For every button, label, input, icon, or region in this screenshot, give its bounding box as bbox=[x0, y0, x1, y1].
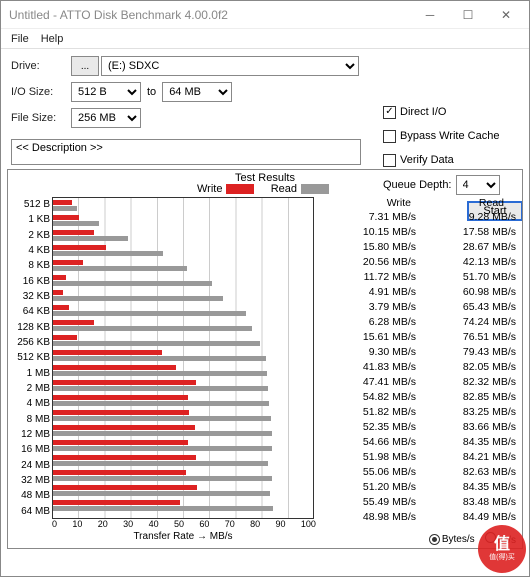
result-row: 54.82 MB/s82.85 MB/s bbox=[318, 389, 518, 404]
menu-help[interactable]: Help bbox=[41, 33, 64, 45]
close-button[interactable]: ✕ bbox=[487, 2, 525, 28]
result-row: 3.79 MB/s65.43 MB/s bbox=[318, 299, 518, 314]
result-row: 11.72 MB/s51.70 MB/s bbox=[318, 269, 518, 284]
direct-io-label: Direct I/O bbox=[400, 106, 446, 118]
drive-select[interactable]: (E:) SDXC bbox=[101, 56, 359, 76]
result-row: 51.82 MB/s83.25 MB/s bbox=[318, 404, 518, 419]
window-title: Untitled - ATTO Disk Benchmark 4.00.0f2 bbox=[9, 8, 411, 22]
direct-io-checkbox[interactable]: ✓ bbox=[383, 106, 396, 119]
filesize-select[interactable]: 256 MB bbox=[71, 108, 141, 128]
bypass-label: Bypass Write Cache bbox=[400, 130, 499, 142]
x-axis: 0102030405060708090100 bbox=[52, 519, 316, 531]
browse-drive-button[interactable]: ... bbox=[71, 56, 99, 76]
verify-label: Verify Data bbox=[400, 154, 454, 166]
result-row: 15.61 MB/s76.51 MB/s bbox=[318, 329, 518, 344]
filesize-label: File Size: bbox=[11, 112, 71, 124]
verify-checkbox[interactable] bbox=[383, 154, 396, 167]
result-row: 51.20 MB/s84.35 MB/s bbox=[318, 479, 518, 494]
chart-bars bbox=[52, 197, 314, 519]
result-row: 54.66 MB/s84.35 MB/s bbox=[318, 434, 518, 449]
result-row: 47.41 MB/s82.32 MB/s bbox=[318, 374, 518, 389]
x-axis-label: Transfer Rate → MB/s bbox=[52, 531, 314, 542]
to-label: to bbox=[147, 86, 156, 98]
result-row: 55.49 MB/s83.48 MB/s bbox=[318, 494, 518, 509]
result-row: 52.35 MB/s83.66 MB/s bbox=[318, 419, 518, 434]
result-row: 48.98 MB/s84.49 MB/s bbox=[318, 509, 518, 524]
result-row: 20.56 MB/s42.13 MB/s bbox=[318, 254, 518, 269]
legend-read-swatch bbox=[301, 184, 329, 194]
result-row: 7.31 MB/s9.28 MB/s bbox=[318, 209, 518, 224]
iosize-to-select[interactable]: 64 MB bbox=[162, 82, 232, 102]
iosize-label: I/O Size: bbox=[11, 86, 71, 98]
maximize-button[interactable]: ☐ bbox=[449, 2, 487, 28]
result-row: 6.28 MB/s74.24 MB/s bbox=[318, 314, 518, 329]
bypass-checkbox[interactable] bbox=[383, 130, 396, 143]
minimize-button[interactable]: ─ bbox=[411, 2, 449, 28]
result-row: 4.91 MB/s60.98 MB/s bbox=[318, 284, 518, 299]
legend: Write Read bbox=[12, 183, 518, 195]
iosize-from-select[interactable]: 512 B bbox=[71, 82, 141, 102]
legend-write-swatch bbox=[226, 184, 254, 194]
result-row: 9.30 MB/s79.43 MB/s bbox=[318, 344, 518, 359]
result-row: 10.15 MB/s17.58 MB/s bbox=[318, 224, 518, 239]
description-input[interactable]: << Description >> bbox=[11, 139, 361, 165]
watermark-badge: 值 值(得)买 bbox=[478, 525, 526, 573]
col-read: Read bbox=[411, 197, 504, 209]
result-row: 55.06 MB/s82.63 MB/s bbox=[318, 464, 518, 479]
result-row: 51.98 MB/s84.21 MB/s bbox=[318, 449, 518, 464]
radio-bytes[interactable]: Bytes/s bbox=[429, 534, 475, 545]
menu-file[interactable]: File bbox=[11, 33, 29, 45]
y-axis-labels: 512 B1 KB2 KB4 KB8 KB16 KB32 KB64 KB128 … bbox=[12, 197, 52, 519]
result-row: 15.80 MB/s28.67 MB/s bbox=[318, 239, 518, 254]
result-row: 41.83 MB/s82.05 MB/s bbox=[318, 359, 518, 374]
drive-label: Drive: bbox=[11, 60, 71, 72]
col-write: Write bbox=[318, 197, 411, 209]
